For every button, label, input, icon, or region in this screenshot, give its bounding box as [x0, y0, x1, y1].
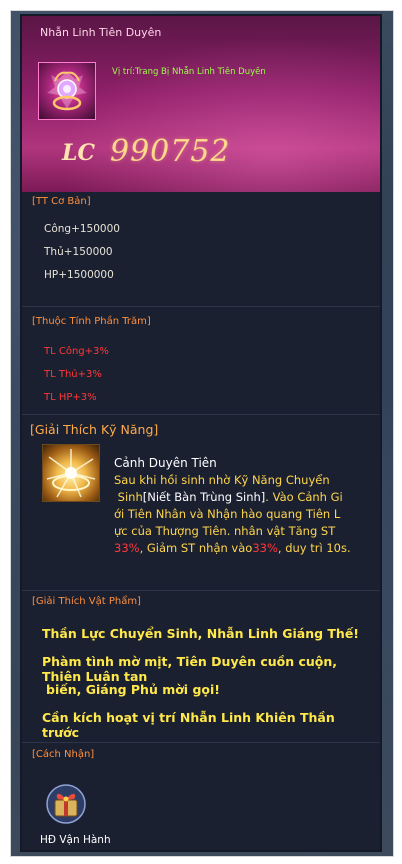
stat-defense-percent: TL Thủ+3% — [44, 369, 102, 380]
skill-reference: [Niết Bàn Trùng Sinh] — [142, 490, 266, 504]
skill-desc-text: , duy trì 10s. — [277, 541, 351, 555]
equip-position-text: Vị trí:Trang Bị Nhẫn Linh Tiên Duyên — [112, 67, 266, 77]
skill-desc-line: Sinh[Niết Bàn Trùng Sinh]. Vào Cảnh Gi — [114, 489, 376, 506]
lc-label: LC — [62, 140, 95, 166]
skill-desc-text: , Giảm ST nhận vào — [139, 541, 253, 555]
skill-desc-line: Sau khi hồi sinh nhờ Kỹ Năng Chuyển — [114, 473, 330, 487]
divider — [22, 590, 380, 591]
stat-hp: HP+1500000 — [44, 269, 114, 281]
item-tooltip-panel: Nhẫn Linh Tiên Duyên Vị trí:Trang Bị Nhẫ… — [20, 14, 382, 852]
skill-desc-line: 33%, Giảm ST nhận vào33%, duy trì 10s. — [114, 540, 376, 557]
skill-desc-text: . Vào Cảnh Gi — [265, 490, 343, 504]
skill-damage-bonus: 33% — [114, 541, 140, 555]
percent-stats-title: [Thuộc Tính Phần Trăm] — [32, 316, 151, 327]
item-desc-title: [Giải Thích Vật Phẩm] — [32, 596, 141, 607]
skill-description: Sau khi hồi sinh nhờ Kỹ Năng Chuyển Sinh… — [114, 472, 376, 557]
skill-aura-icon — [42, 444, 100, 502]
base-stats-title: [TT Cơ Bản] — [32, 196, 91, 207]
skill-name: Cảnh Duyên Tiên — [114, 456, 217, 470]
skill-desc-line: ực của Thượng Tiên. nhân vật Tăng ST — [114, 524, 336, 538]
item-desc-line: biến, Giáng Phủ mời gọi! — [46, 682, 220, 697]
stat-hp-percent: TL HP+3% — [44, 392, 97, 403]
item-desc-line: Phàm tình mờ mịt, Tiên Duyên cuồn cuộn, … — [42, 654, 338, 684]
divider — [22, 742, 380, 743]
skill-section-title: [Giải Thích Kỹ Năng] — [30, 422, 159, 437]
tooltip-header: Nhẫn Linh Tiên Duyên Vị trí:Trang Bị Nhẫ… — [22, 16, 380, 192]
item-title: Nhẫn Linh Tiên Duyên — [40, 26, 162, 39]
stat-attack: Công+150000 — [44, 223, 120, 235]
source-title: [Cách Nhận] — [32, 749, 95, 760]
item-desc-line: Thần Lực Chuyển Sinh, Nhẫn Linh Giáng Th… — [42, 626, 359, 641]
event-gift-icon[interactable] — [44, 780, 88, 826]
divider — [22, 414, 380, 415]
lc-value: 990752 — [110, 134, 231, 169]
skill-damage-reduction: 33% — [252, 541, 278, 555]
ring-item-icon — [38, 62, 96, 120]
skill-desc-line: ới Tiên Nhân và Nhận hào quang Tiên L — [114, 507, 341, 521]
stat-attack-percent: TL Công+3% — [44, 346, 109, 357]
divider — [22, 306, 380, 307]
item-desc-line: Cần kích hoạt vị trí Nhẫn Linh Khiên Thầ… — [42, 710, 335, 740]
source-label: HĐ Vận Hành — [40, 834, 111, 846]
skill-desc-text: Sinh — [117, 490, 143, 504]
stat-defense: Thủ+150000 — [44, 246, 113, 258]
